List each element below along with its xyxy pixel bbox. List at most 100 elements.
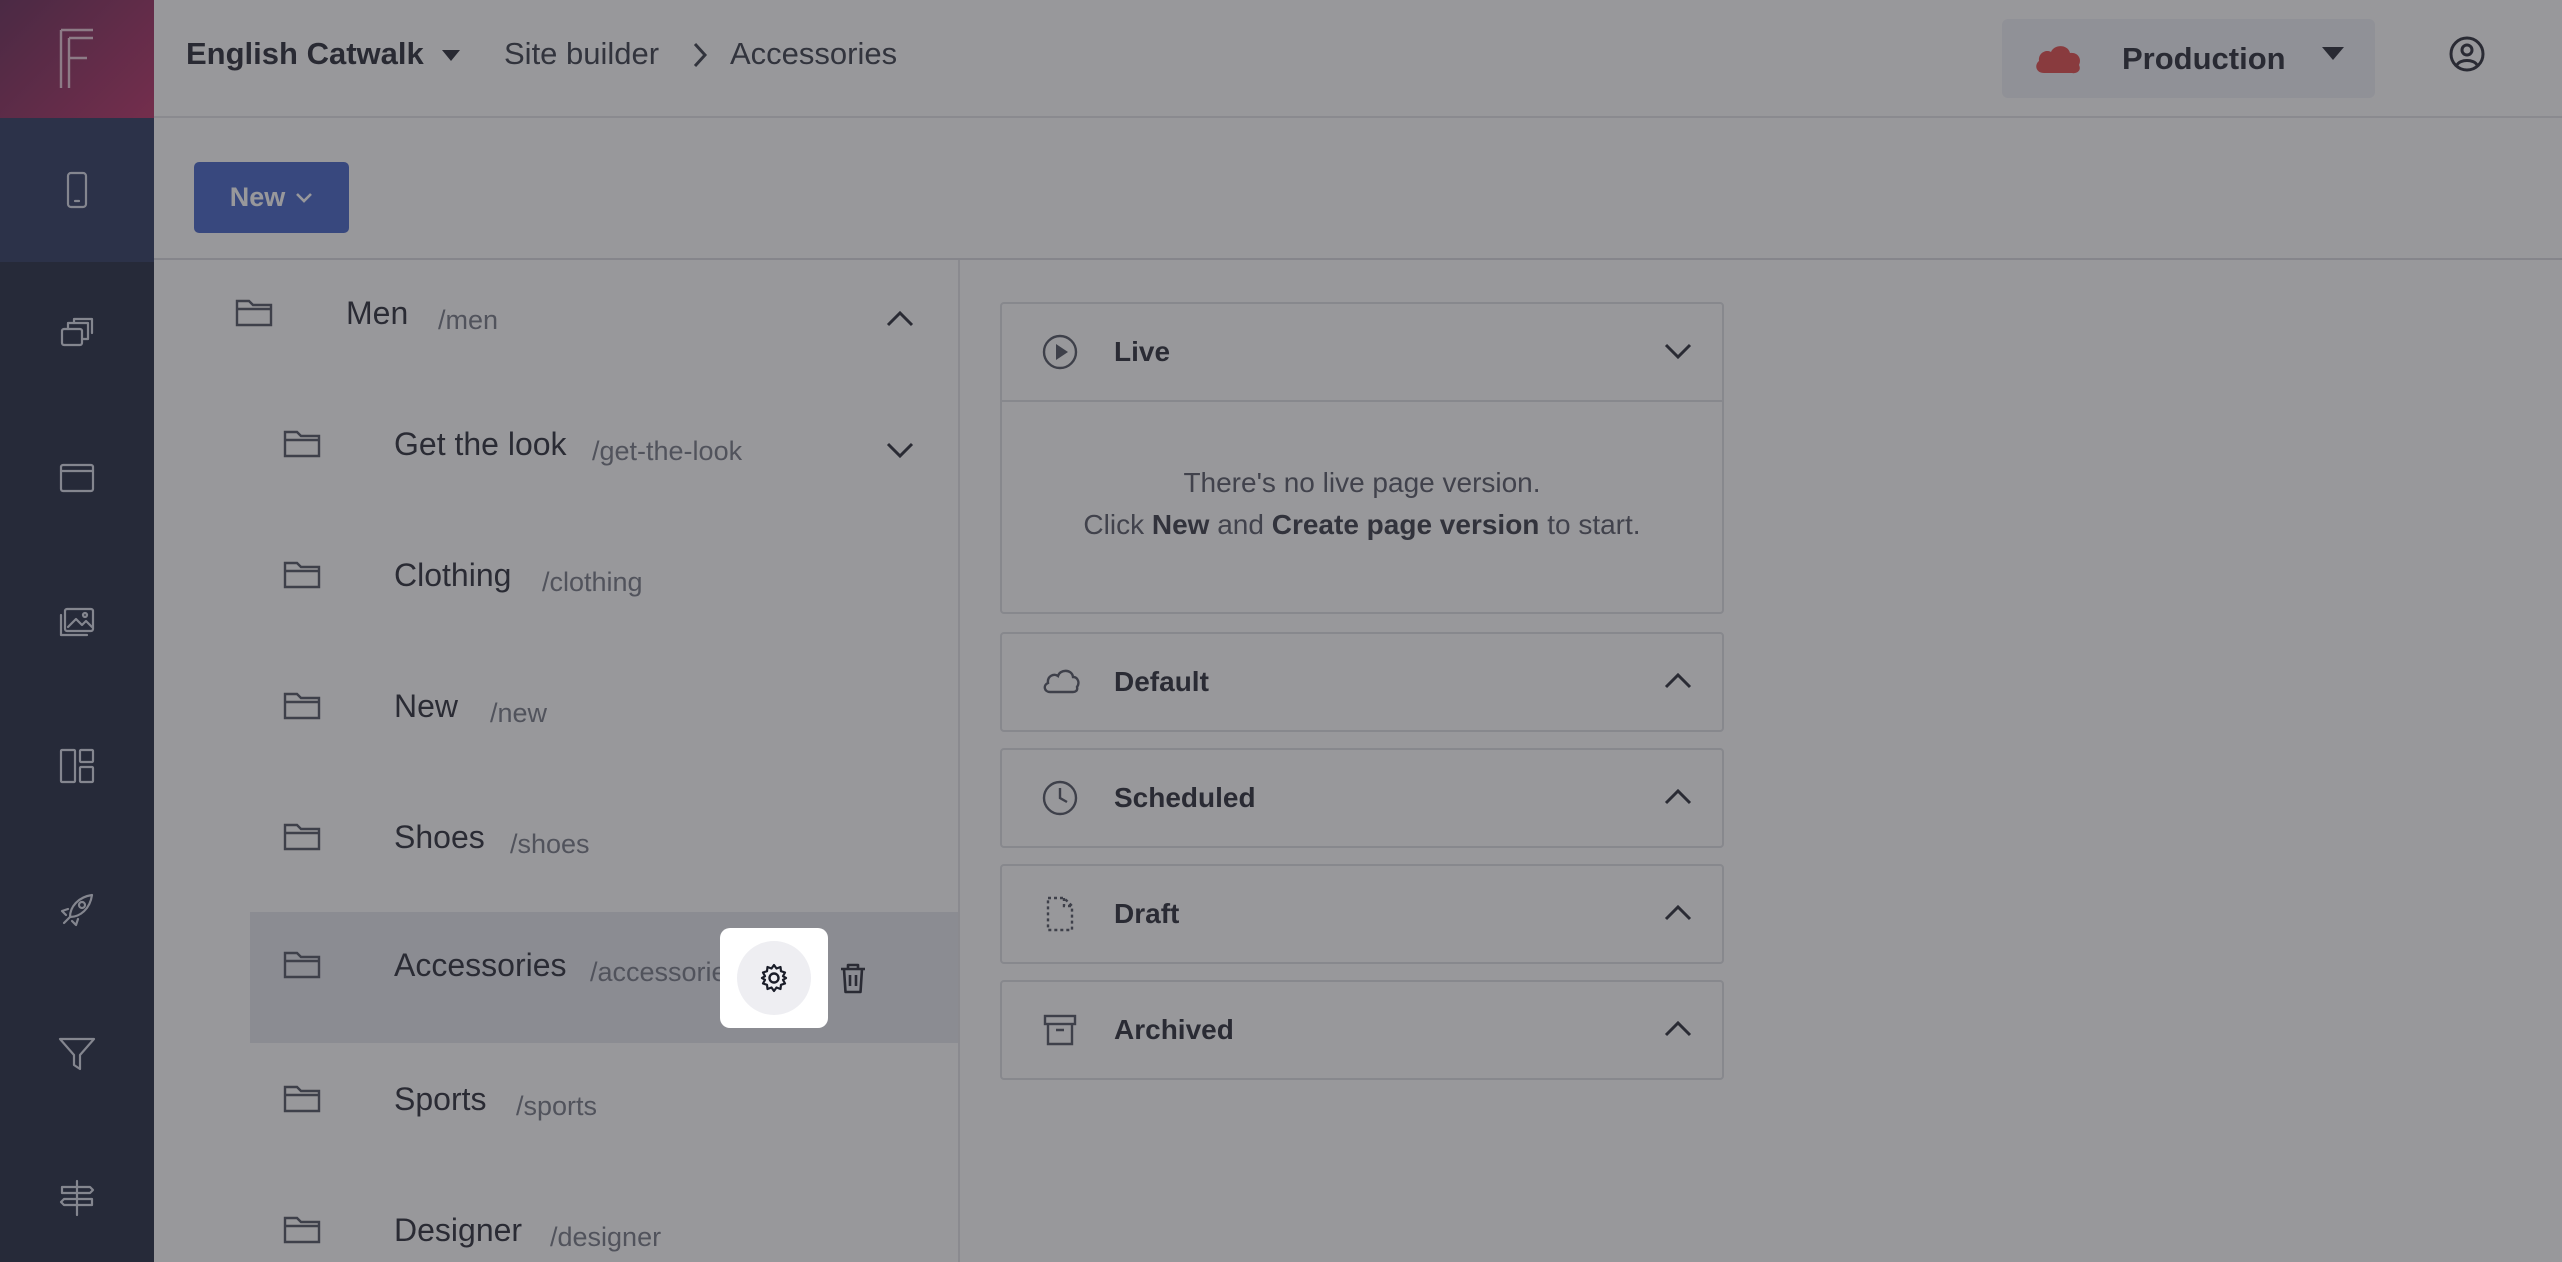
content-stack-icon [60,317,94,347]
mobile-icon [66,171,88,209]
tree-row-designer[interactable]: Designer /designer [154,1177,958,1262]
page-settings-button[interactable] [720,928,828,1028]
environment-caret-icon [2322,47,2344,60]
folder-icon [235,299,273,327]
tree-row-clothing[interactable]: Clothing /clothing [154,522,958,653]
tree-row-shoes[interactable]: Shoes /shoes [154,784,958,915]
tree-row-slug: /accessories [590,957,741,987]
new-button-label: New [229,182,286,212]
top-bar: English Catwalk Site builder Accessories… [154,0,2562,118]
chevron-up-icon[interactable] [884,308,916,330]
message-create-text: Create page version [1271,509,1540,540]
environment-label: Production [2122,41,2286,76]
tree-row-name: Clothing [394,557,512,593]
tree-row-slug: /designer [550,1222,662,1252]
live-section: Live There's no live page version. Click… [1000,302,1724,614]
tree-row-men[interactable]: Men /men [154,260,958,391]
tree-row-new[interactable]: New /new [154,653,958,784]
live-empty-line-1: There's no live page version. [1183,467,1541,498]
cloud-icon [2036,46,2080,74]
filter-icon [58,1037,96,1071]
folder-icon [283,1085,321,1113]
archive-box-icon [1043,1014,1077,1046]
tree-row-slug: /sports [516,1091,598,1121]
folder-icon [283,823,321,851]
folder-icon [283,951,321,979]
user-account-icon[interactable] [2447,34,2487,74]
project-caret-icon[interactable] [442,50,460,61]
chevron-up-icon [1664,788,1692,805]
app-logo[interactable] [0,0,154,118]
tree-row-sports[interactable]: Sports /sports [154,1046,958,1177]
project-name[interactable]: English Catwalk [186,36,424,72]
archived-section-title: Archived [1114,1014,1234,1045]
page-versions-panel: Live There's no live page version. Click… [960,260,2562,1262]
trash-icon[interactable] [836,960,870,996]
clock-icon [1042,780,1078,816]
message-and-text: and [1217,509,1264,540]
rail-item-filters[interactable] [0,982,154,1126]
tree-row-slug: /clothing [542,567,643,597]
tree-row-name: Accessories [394,947,567,983]
signpost-icon [59,1179,95,1217]
rail-item-deployments[interactable] [0,838,154,982]
rail-item-pages[interactable] [0,406,154,550]
message-end-text: to start. [1547,509,1641,540]
folder-icon [283,692,321,720]
default-section[interactable]: Default [1000,632,1724,732]
rocket-icon [60,893,94,927]
folder-icon [283,1216,321,1244]
gear-icon [760,963,788,993]
tree-row-name: Sports [394,1081,487,1117]
tree-row-slug: /new [490,698,548,728]
live-empty-line-2: Click New and Create page version to sta… [1002,504,1722,546]
tree-row-slug: /get-the-look [592,436,743,466]
breadcrumb-site-builder[interactable]: Site builder [504,36,659,72]
chevron-up-icon [1664,672,1692,689]
chevron-up-icon [1664,1020,1692,1037]
tree-row-name: Shoes [394,819,485,855]
browser-window-icon [59,463,95,493]
tree-row-name: Get the look [394,426,567,462]
rail-item-content[interactable] [0,262,154,406]
chevron-down-icon [1664,343,1692,360]
archived-section[interactable]: Archived [1000,980,1724,1080]
live-section-title: Live [1114,336,1171,367]
rail-item-media[interactable] [0,550,154,694]
chevron-down-icon [296,192,313,203]
rail-item-layouts[interactable] [0,694,154,838]
default-section-title: Default [1114,666,1209,697]
cloud-icon [1043,669,1080,694]
draft-section-title: Draft [1114,898,1180,929]
breadcrumb-current: Accessories [730,36,898,71]
draft-section[interactable]: Draft [1000,864,1724,964]
new-button[interactable]: New [194,162,349,233]
page-settings-button-inner [737,941,811,1015]
folder-icon [283,430,321,458]
toolbar: New [154,118,2562,260]
play-circle-icon [1042,334,1078,370]
tree-row-slug: /men [438,305,499,335]
rail-item-redirects[interactable] [0,1126,154,1262]
chevron-up-icon [1664,904,1692,921]
tree-row-get-the-look[interactable]: Get the look /get-the-look [154,391,958,522]
rail-item-devices[interactable] [0,118,154,262]
tree-row-slug: /shoes [510,829,590,859]
live-empty-message: There's no live page version. Click New … [1002,400,1722,612]
message-new-text: New [1151,509,1210,540]
tree-row-name: Men [346,295,409,331]
left-navigation-rail [0,0,154,1262]
scheduled-section-title: Scheduled [1114,782,1256,813]
live-section-header[interactable]: Live [1002,304,1722,400]
message-click-text: Click [1083,509,1145,540]
folder-icon [283,561,321,589]
draft-document-icon [1046,896,1074,932]
page-tree: Men /men Get the look /get-the-look Clot… [154,260,960,1262]
tree-row-name: New [394,688,459,724]
environment-selector[interactable]: Production [2002,19,2375,98]
dashboard-layout-icon [59,748,95,784]
chevron-down-icon[interactable] [884,439,916,461]
chevron-right-icon [693,42,708,68]
scheduled-section[interactable]: Scheduled [1000,748,1724,848]
logo-f-icon [59,28,93,88]
